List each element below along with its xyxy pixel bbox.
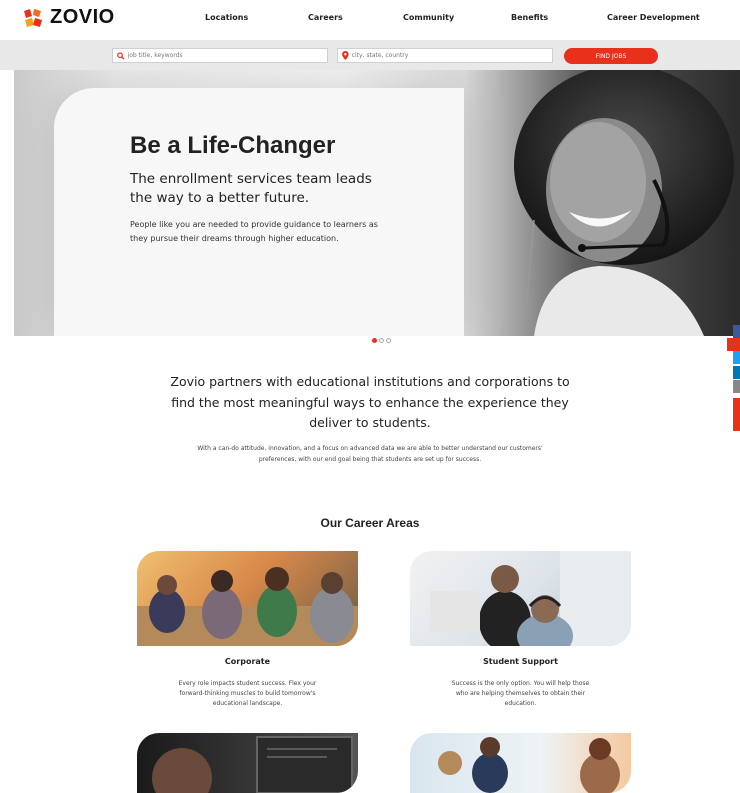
office-team-photo: [438, 737, 620, 793]
location-search-input[interactable]: [348, 52, 552, 59]
hero-body-text: People like you are needed to provide gu…: [130, 220, 378, 243]
corporate-team-photo: [137, 567, 358, 646]
nav-link-community[interactable]: Community: [403, 13, 454, 22]
corporate-card-description-text: Every role impacts student success. Flex…: [178, 680, 317, 707]
keyword-field: [112, 48, 328, 63]
zovio-logo[interactable]: ZOVIO: [22, 6, 115, 29]
share-more-icon[interactable]: [733, 398, 740, 431]
linkedin-share-icon[interactable]: [733, 366, 740, 379]
intro-body: With a can-do attitude, innovation, and …: [197, 445, 543, 463]
student-support-card-description: Success is the only option. You will hel…: [410, 679, 631, 709]
student-support-card-title[interactable]: Student Support: [410, 657, 631, 666]
corporate-card-description: Every role impacts student success. Flex…: [137, 679, 358, 709]
side-tab-icon[interactable]: [727, 338, 740, 351]
nav-link-careers[interactable]: Careers: [308, 13, 343, 22]
student-support-team-photo: [430, 551, 631, 646]
hero-subtitle: The enrollment services team leads the w…: [130, 171, 372, 206]
email-share-icon[interactable]: [733, 380, 740, 393]
top-navigation: ZOVIO Locations Careers Community Benefi…: [0, 0, 740, 40]
job-search-bar: FIND JOBS: [0, 40, 740, 70]
map-pin-icon: [342, 51, 349, 60]
find-jobs-button[interactable]: FIND JOBS: [564, 48, 658, 64]
nav-link-benefits[interactable]: Benefits: [511, 13, 548, 22]
hero-photo-agent-with-headset: [514, 70, 734, 336]
nav-link-career-development[interactable]: Career Development: [607, 13, 700, 22]
technology-team-photo: [152, 736, 353, 793]
carousel-dot-1[interactable]: [372, 338, 377, 343]
carousel-dot-3[interactable]: [386, 338, 391, 343]
facebook-share-icon[interactable]: [733, 325, 740, 338]
corporate-card-title[interactable]: Corporate: [137, 657, 358, 666]
search-icon: [117, 51, 125, 60]
keyword-search-input[interactable]: [124, 52, 327, 59]
hero-title: Be a Life-Changer: [130, 132, 336, 159]
carousel-dot-2[interactable]: [379, 338, 384, 343]
logo-wordmark: ZOVIO: [50, 6, 115, 28]
zovio-logo-mark-icon: [24, 8, 42, 27]
student-support-card-image[interactable]: [410, 551, 631, 646]
corporate-card-image[interactable]: [137, 551, 358, 646]
nav-link-locations[interactable]: Locations: [205, 13, 248, 22]
intro-headline: Zovio partners with educational institut…: [170, 374, 570, 430]
career-area-card-image-4[interactable]: [410, 733, 631, 793]
hero-banner: Be a Life-Changer The enrollment service…: [14, 70, 740, 336]
location-field: [337, 48, 553, 63]
student-support-card-description-text: Success is the only option. You will hel…: [451, 680, 590, 707]
career-area-card-image-3[interactable]: [137, 733, 358, 793]
twitter-share-icon[interactable]: [733, 351, 740, 364]
career-areas-title: Our Career Areas: [320, 516, 420, 530]
hero-carousel-dots: [372, 338, 391, 343]
hero-background-monitor: [54, 88, 464, 336]
